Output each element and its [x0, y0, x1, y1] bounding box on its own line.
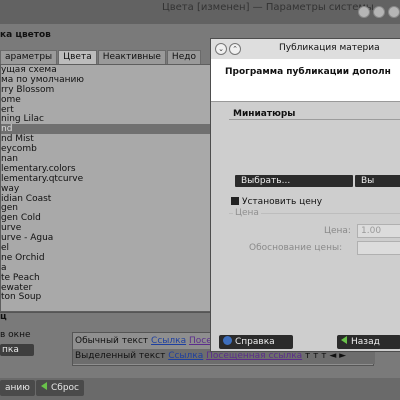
list-item[interactable]: ма по умолчанию [1, 75, 211, 85]
help-button[interactable]: Справка [219, 335, 293, 349]
help-icon [223, 336, 232, 345]
reset-label: Сброс [51, 383, 80, 393]
tab-bar: араметры Цвета Неактивные Недо [0, 50, 202, 64]
small-button[interactable]: пка [0, 344, 34, 356]
dialog-header: Программа публикации дополн [211, 59, 400, 102]
window-title: Цвета [изменен] — Параметры системы [162, 2, 374, 13]
close-icon[interactable] [388, 6, 400, 18]
list-item[interactable]: nd Mist [1, 134, 211, 144]
list-item[interactable]: urve - Agua [1, 233, 211, 243]
tab-parameters[interactable]: араметры [0, 50, 58, 64]
list-item[interactable]: idian Coast [1, 194, 211, 204]
preview-link: Ссылка [151, 336, 187, 346]
list-item[interactable]: lementary.colors [1, 164, 211, 174]
maximize-icon[interactable] [373, 6, 385, 18]
list-item[interactable]: gen Cold [1, 213, 211, 223]
price-input[interactable]: 1.00 [357, 224, 400, 238]
list-item[interactable]: a [1, 263, 211, 273]
section-title: ка цветов [0, 30, 51, 40]
tab-inactive[interactable]: Неактивные [97, 50, 166, 64]
list-item[interactable]: ne Orchid [1, 253, 211, 263]
choose-thumbnail-button[interactable]: Выбрать... [235, 175, 353, 187]
list-item[interactable]: el [1, 243, 211, 253]
thumbnails-area [229, 119, 400, 172]
list-item[interactable]: rry Blossom [1, 85, 211, 95]
window-label: в окне [0, 330, 31, 340]
price-group-label: Цена [233, 208, 261, 218]
preview-selected-link: Ссылка [168, 351, 204, 361]
group-divider [0, 312, 210, 313]
list-item[interactable]: nd [1, 124, 211, 134]
list-item[interactable]: ущая схема [1, 65, 211, 75]
preview-selected-visited: Посещенная ссылка [206, 351, 303, 361]
help-label: Справка [235, 337, 275, 347]
list-item[interactable]: gen [1, 203, 211, 214]
price-reason-input[interactable] [357, 241, 400, 255]
apply-button[interactable]: анию [0, 380, 35, 396]
minimize-icon[interactable] [358, 6, 370, 18]
list-item[interactable]: ning Lilac [1, 114, 211, 125]
list-item[interactable]: way [1, 184, 211, 194]
dialog-title: Публикация материа [279, 43, 380, 53]
price-reason-label: Обоснование цены: [249, 243, 343, 253]
list-item[interactable]: lementary.qtcurve [1, 174, 211, 184]
list-item[interactable]: eycomb [1, 144, 211, 154]
price-group: Цена [229, 208, 400, 264]
window-titlebar: Цвета [изменен] — Параметры системы [0, 0, 400, 24]
preview-selected-text: Выделенный текст [75, 351, 166, 361]
set-price-row[interactable]: Установить цену [231, 196, 322, 208]
tab-disabled[interactable]: Недо [166, 50, 201, 64]
preview-normal-text: Обычный текст [75, 336, 149, 346]
tab-colors[interactable]: Цвета [58, 50, 97, 64]
back-button[interactable]: Назад [337, 335, 400, 349]
list-item[interactable]: urve [1, 223, 211, 233]
list-item[interactable]: nan [1, 154, 211, 164]
chevron-down-icon[interactable]: ⌄ [215, 43, 227, 55]
list-item[interactable]: ewater [1, 283, 211, 293]
dialog-titlebar: ⌄ ⌃ Публикация материа [211, 39, 400, 60]
dialog-header-text: Программа публикации дополн [225, 67, 391, 77]
back-arrow-icon [341, 336, 347, 344]
list-item[interactable] [1, 302, 211, 311]
list-item[interactable]: ton Soup [1, 292, 211, 303]
group-label: ц [0, 312, 7, 322]
back-label: Назад [351, 337, 380, 347]
set-price-checkbox[interactable] [231, 197, 239, 205]
list-item[interactable]: ome [1, 95, 211, 105]
set-price-label: Установить цену [242, 197, 323, 207]
preview-selected-tail: т т т ◄ ► [305, 351, 347, 361]
reset-button[interactable]: Сброс [36, 380, 85, 396]
chevron-up-icon[interactable]: ⌃ [229, 43, 241, 55]
list-item[interactable]: te Peach [1, 273, 211, 283]
price-label: Цена: [324, 226, 351, 236]
thumbnails-label: Миниатюры [233, 109, 296, 119]
choose-thumbnail-button-2[interactable]: Вы [355, 175, 400, 187]
list-item[interactable]: ert [1, 105, 211, 115]
color-scheme-list[interactable]: ущая схема ма по умолчанию rry Blossom ome e… [0, 64, 212, 312]
bottom-button-bar: анию Сброс [0, 378, 400, 400]
back-arrow-icon [41, 382, 47, 390]
publish-dialog: ⌄ ⌃ Публикация материа Программа публика… [210, 38, 400, 352]
